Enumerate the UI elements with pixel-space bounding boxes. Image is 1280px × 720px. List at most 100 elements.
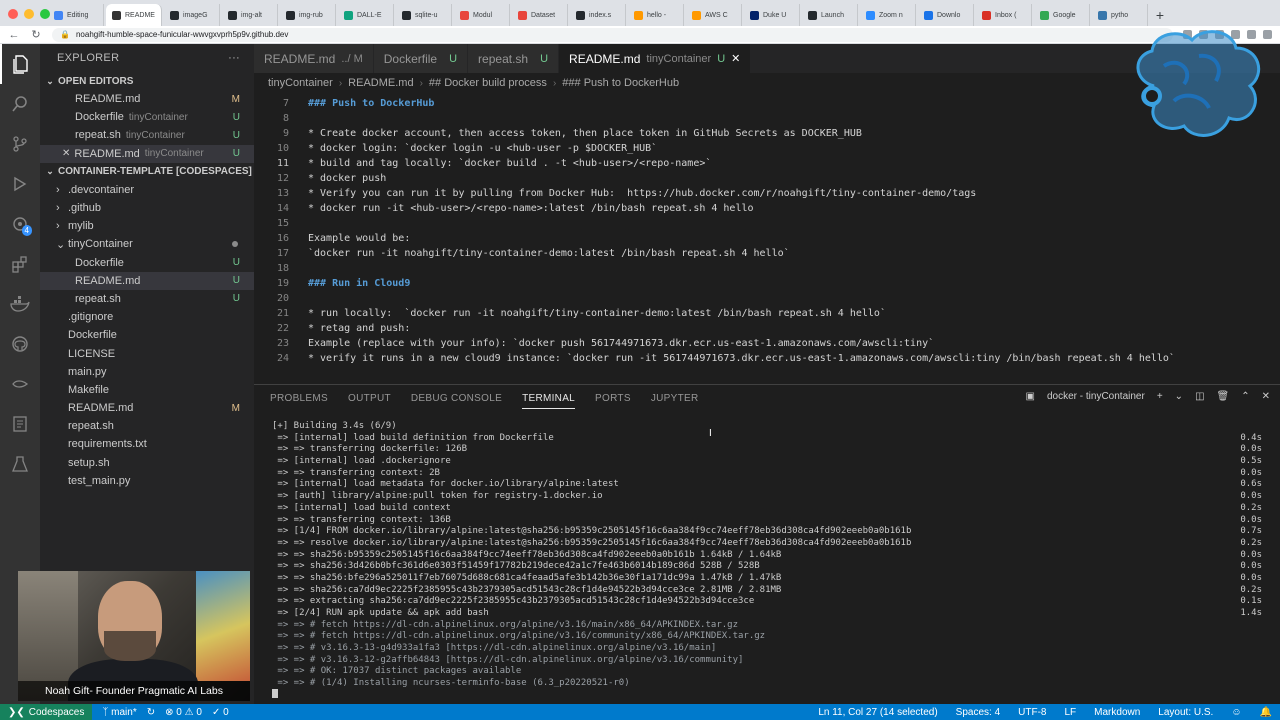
panel-tab[interactable]: PORTS xyxy=(595,393,631,404)
file-item[interactable]: Dockerfile U xyxy=(40,254,254,272)
browser-tab[interactable]: img-alt xyxy=(222,4,278,26)
remote-explorer-icon[interactable]: 4 xyxy=(0,204,40,244)
file-item[interactable]: Dockerfile xyxy=(40,326,254,344)
file-item[interactable]: repeat.sh U xyxy=(40,290,254,308)
panel-tab[interactable]: DEBUG CONSOLE xyxy=(411,393,502,404)
terminal-line: => => # v3.16.3-13-g4d933a1fa3 [https://… xyxy=(272,643,1262,655)
panel-tab[interactable]: JUPYTER xyxy=(651,393,699,404)
open-editors-section[interactable]: ⌄ OPEN EDITORS xyxy=(40,72,254,90)
browser-tab[interactable]: Dataset xyxy=(512,4,568,26)
browser-tab[interactable]: hello - xyxy=(628,4,684,26)
docker-containers-icon[interactable] xyxy=(0,364,40,404)
breadcrumb-item[interactable]: README.md xyxy=(348,77,413,89)
trash-icon[interactable]: 🗑 xyxy=(1217,391,1230,402)
file-item[interactable]: .gitignore xyxy=(40,308,254,326)
close-icon[interactable]: ✕ xyxy=(1262,391,1270,402)
browser-tab[interactable]: pytho xyxy=(1092,4,1148,26)
folder-item[interactable]: ⌄ tinyContainer xyxy=(40,235,254,253)
address-bar[interactable]: 🔒 noahgift-humble-space-funicular-wwvgxv… xyxy=(52,27,1173,42)
file-item[interactable]: README.md U xyxy=(40,271,254,290)
open-editor-item[interactable]: Dockerfile tinyContainer U xyxy=(40,108,254,126)
problems-indicator[interactable]: ⊗ 0 ⚠ 0 xyxy=(165,707,202,718)
add-terminal-icon[interactable]: + xyxy=(1157,391,1163,402)
split-terminal-icon[interactable]: ◫ xyxy=(1195,391,1204,402)
file-item[interactable]: requirements.txt xyxy=(40,435,254,453)
account-icon[interactable]: ☺ xyxy=(1231,707,1241,718)
breadcrumb-item[interactable]: tinyContainer xyxy=(268,77,333,89)
panel-tab[interactable]: PROBLEMS xyxy=(270,393,328,404)
files-icon[interactable] xyxy=(0,44,40,84)
browser-tab[interactable]: img-rub xyxy=(280,4,336,26)
open-editor-item[interactable]: repeat.sh tinyContainer U xyxy=(40,126,254,144)
file-item[interactable]: main.py xyxy=(40,363,254,381)
open-editor-item[interactable]: README.md M xyxy=(40,90,254,108)
folder-item[interactable]: › .github xyxy=(40,199,254,217)
file-item[interactable]: LICENSE xyxy=(40,344,254,362)
reload-icon[interactable]: ↻ xyxy=(30,28,42,41)
docker-icon[interactable] xyxy=(0,284,40,324)
indentation[interactable]: Spaces: 4 xyxy=(956,707,1000,718)
remote-indicator[interactable]: ❯❮ Codespaces xyxy=(0,704,93,720)
browser-tab[interactable]: imageG xyxy=(164,4,220,26)
folder-item[interactable]: › .devcontainer xyxy=(40,181,254,199)
source-control-icon[interactable] xyxy=(0,124,40,164)
close-icon[interactable]: ✕ xyxy=(62,148,70,159)
browser-tab[interactable]: Duke U xyxy=(744,4,800,26)
browser-tab[interactable]: AWS C xyxy=(686,4,742,26)
cursor-position[interactable]: Ln 11, Col 27 (14 selected) xyxy=(818,707,937,718)
file-item[interactable]: Makefile xyxy=(40,381,254,399)
breadcrumb-item[interactable]: ## Docker build process xyxy=(429,77,547,89)
code-line: 15 xyxy=(254,216,1280,231)
browser-tab[interactable]: index.s xyxy=(570,4,626,26)
sync-icon[interactable]: ↻ xyxy=(147,707,155,718)
browser-tab[interactable]: Editing xyxy=(48,4,104,26)
keyboard-layout[interactable]: Layout: U.S. xyxy=(1158,707,1213,718)
new-tab-button[interactable]: + xyxy=(1150,4,1170,26)
back-icon[interactable]: ← xyxy=(8,29,20,41)
browser-tab[interactable]: Launch xyxy=(802,4,858,26)
file-item[interactable]: test_main.py xyxy=(40,472,254,490)
chevron-up-icon[interactable]: ⌃ xyxy=(1241,391,1249,402)
browser-tab[interactable]: Modul xyxy=(454,4,510,26)
more-actions-icon[interactable]: ··· xyxy=(228,52,240,64)
maximize-window-button[interactable] xyxy=(40,9,50,19)
folder-item[interactable]: › mylib xyxy=(40,217,254,235)
browser-tab[interactable]: README xyxy=(106,4,162,26)
close-window-button[interactable] xyxy=(8,9,18,19)
panel-tab[interactable]: OUTPUT xyxy=(348,393,391,404)
close-icon[interactable]: ✕ xyxy=(731,52,740,65)
branch-indicator[interactable]: ᛉ main* xyxy=(102,707,136,718)
browser-tab[interactable]: Google xyxy=(1034,4,1090,26)
testing-icon[interactable] xyxy=(0,444,40,484)
terminal-output[interactable]: [+] Building 3.4s (6/9) => [internal] lo… xyxy=(272,421,1262,690)
github-icon[interactable] xyxy=(0,324,40,364)
language-mode[interactable]: Markdown xyxy=(1094,707,1140,718)
editor-tab[interactable]: README.md tinyContainer U ✕ xyxy=(559,44,752,73)
file-item[interactable]: README.md M xyxy=(40,399,254,417)
editor-tab[interactable]: repeat.sh U xyxy=(468,44,560,73)
line-ending[interactable]: LF xyxy=(1064,707,1076,718)
ports-indicator[interactable]: ✓ 0 xyxy=(212,707,229,718)
terminal-name[interactable]: docker - tinyContainer xyxy=(1047,391,1145,402)
browser-tab[interactable]: Inbox ( xyxy=(976,4,1032,26)
browser-tab[interactable]: Zoom n xyxy=(860,4,916,26)
panel-tab[interactable]: TERMINAL xyxy=(522,393,576,409)
run-debug-icon[interactable] xyxy=(0,164,40,204)
editor-tab[interactable]: README.md ../ M xyxy=(254,44,374,73)
browser-tab[interactable]: sqlite-u xyxy=(396,4,452,26)
chevron-down-icon[interactable]: ⌄ xyxy=(1175,391,1183,402)
browser-tab[interactable]: Downlo xyxy=(918,4,974,26)
file-item[interactable]: setup.sh xyxy=(40,454,254,472)
notebook-icon[interactable] xyxy=(0,404,40,444)
encoding[interactable]: UTF-8 xyxy=(1018,707,1046,718)
workspace-section[interactable]: ⌄ CONTAINER-TEMPLATE [CODESPACES] xyxy=(40,163,254,181)
file-item[interactable]: repeat.sh xyxy=(40,417,254,435)
editor-tab[interactable]: Dockerfile U xyxy=(373,44,469,73)
breadcrumb-item[interactable]: ### Push to DockerHub xyxy=(562,77,679,89)
minimize-window-button[interactable] xyxy=(24,9,34,19)
open-editor-item[interactable]: ✕ README.md tinyContainer U xyxy=(40,144,254,163)
browser-tab[interactable]: DALL-E xyxy=(338,4,394,26)
extensions-icon[interactable] xyxy=(0,244,40,284)
bell-icon[interactable]: 🔔 xyxy=(1260,707,1272,718)
search-icon[interactable] xyxy=(0,84,40,124)
